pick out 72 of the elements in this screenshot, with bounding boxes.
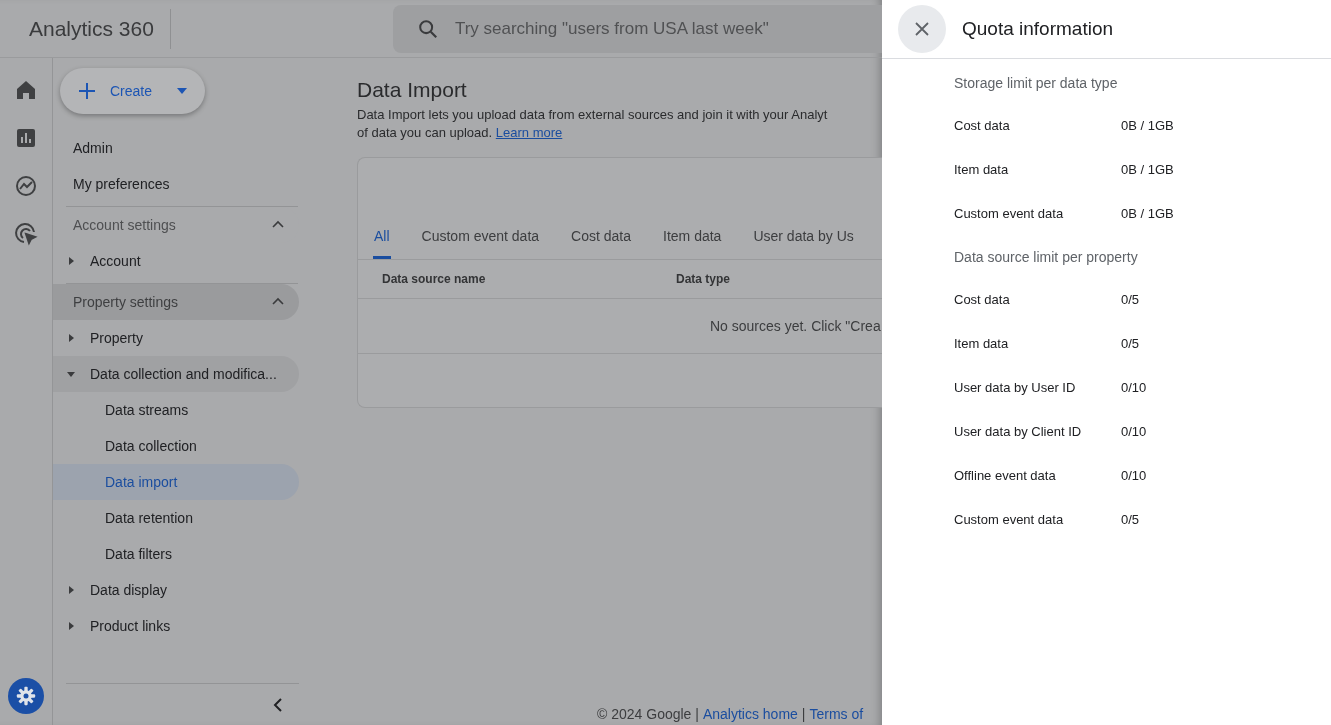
column-header: Data source name — [381, 272, 487, 286]
tab[interactable]: All — [373, 222, 391, 259]
app-name: Analytics 360 — [29, 8, 171, 49]
section-heading: Storage limit per data type — [954, 75, 1119, 93]
settings-button[interactable] — [8, 678, 44, 714]
chevron-left-icon — [273, 696, 283, 713]
drawer-title: Quota information — [962, 18, 1114, 40]
plus-icon — [78, 82, 96, 100]
description: Data Import lets you upload data from external sources and join it with your Analyt — [357, 106, 829, 124]
quota-label: User data by Client ID — [954, 423, 1083, 439]
target-cursor-icon[interactable] — [14, 222, 38, 246]
quota-value: 0/5 — [1121, 335, 1140, 351]
nav-item[interactable]: Data filters — [53, 536, 299, 572]
home-icon[interactable] — [14, 78, 38, 102]
trend-circle-icon[interactable] — [14, 174, 38, 198]
section-title: Property settings — [73, 294, 179, 310]
quota-value: 0B / 1GB — [1121, 161, 1174, 177]
section-title: Account settings — [73, 217, 176, 233]
quota-value: 0B / 1GB — [1121, 117, 1174, 133]
separator: | — [801, 706, 806, 722]
caret-icon[interactable] — [66, 585, 76, 595]
search-field[interactable]: Try searching "users from USA last week" — [392, 4, 882, 53]
nav-item[interactable]: Data retention — [53, 500, 299, 536]
close-icon — [915, 22, 929, 36]
nav-item[interactable]: Data import — [53, 464, 299, 500]
description: of data you can upload. — [357, 125, 493, 140]
footer-link[interactable]: Terms of — [809, 706, 864, 722]
close-button[interactable] — [898, 5, 946, 53]
column-header: Data type — [676, 272, 732, 286]
nav-item[interactable]: Product links — [53, 608, 299, 644]
nav-item[interactable]: Data streams — [53, 392, 299, 428]
learn-more-link[interactable]: Learn more — [495, 125, 563, 140]
quota-label: Offline event data — [954, 467, 1057, 483]
nav-item[interactable]: Data collection and modifica... — [53, 356, 299, 392]
quota-value: 0/10 — [1121, 423, 1147, 439]
nav-item[interactable]: Data display — [53, 572, 299, 608]
tab[interactable]: Custom event data — [420, 222, 541, 259]
caret-icon[interactable] — [66, 621, 76, 631]
quota-label: User data by User ID — [954, 379, 1077, 395]
caret-icon[interactable] — [66, 333, 76, 343]
tab[interactable]: Cost data — [570, 222, 632, 259]
quota-label: Custom event data — [954, 511, 1065, 527]
quota-label: Custom event data — [954, 205, 1065, 221]
nav-item[interactable]: Data collection — [53, 428, 299, 464]
empty-message: No sources yet. Click "Crea — [710, 318, 881, 334]
caret-icon[interactable] — [66, 256, 76, 266]
quota-value: 0/10 — [1121, 467, 1147, 483]
tab[interactable]: User data by Us — [752, 222, 855, 259]
create-button[interactable]: Create — [60, 68, 205, 114]
quota-label: Item data — [954, 335, 1010, 351]
caret-icon[interactable] — [66, 369, 76, 379]
section-header[interactable]: Property settings — [53, 284, 299, 320]
page-title: Data Import — [357, 78, 468, 102]
dropdown-arrow-icon — [177, 88, 187, 94]
quota-label: Cost data — [954, 291, 1011, 307]
settings-icon — [16, 686, 36, 706]
quota-value: 0B / 1GB — [1121, 205, 1174, 221]
nav-link[interactable]: My preferences — [53, 166, 310, 202]
quota-label: Item data — [954, 161, 1010, 177]
tab[interactable]: Item data — [662, 222, 723, 259]
search-icon — [416, 17, 439, 40]
nav-item[interactable]: Property — [53, 320, 299, 356]
footer-link[interactable]: Analytics home — [702, 706, 798, 722]
quota-label: Cost data — [954, 117, 1011, 133]
quota-value: 0/5 — [1121, 291, 1140, 307]
nav-link[interactable]: Admin — [53, 130, 310, 166]
quota-value: 0/10 — [1121, 379, 1147, 395]
copyright: © 2024 Google | — [597, 706, 699, 722]
section-heading: Data source limit per property — [954, 249, 1139, 267]
nav-item[interactable]: Account — [53, 243, 299, 279]
bar-chart-icon[interactable] — [14, 126, 38, 150]
quota-value: 0/5 — [1121, 511, 1140, 527]
